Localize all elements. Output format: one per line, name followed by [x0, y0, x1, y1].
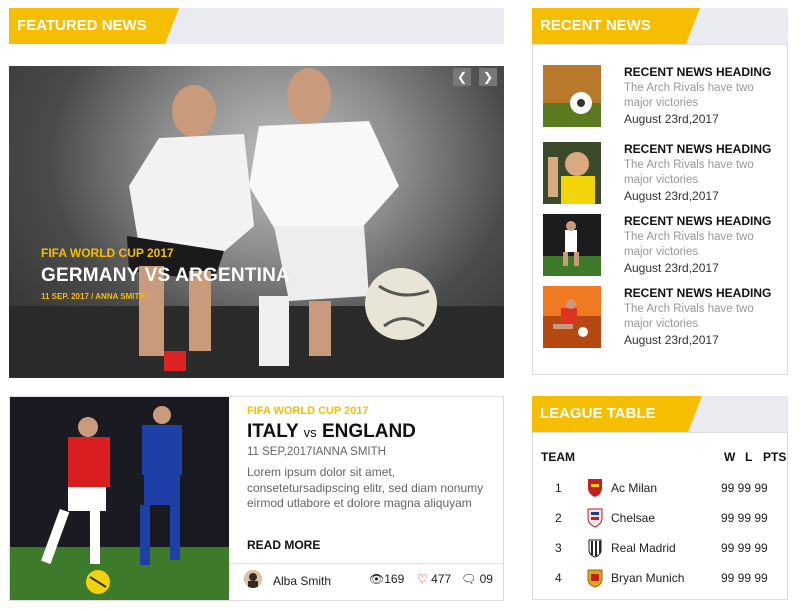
avatar[interactable]	[244, 570, 262, 588]
featured-image	[9, 68, 504, 378]
chevron-left-icon[interactable]: ❮	[453, 68, 471, 86]
recent-news-item[interactable]: RECENT NEWS HEADING The Arch Rivals have…	[543, 65, 783, 133]
recent-news-item[interactable]: RECENT NEWS HEADING The Arch Rivals have…	[543, 214, 783, 282]
vs-label: vs	[303, 425, 317, 440]
col-team: TEAM	[541, 450, 575, 464]
table-row[interactable]: 1 Ac Milan 99 99 99	[533, 473, 787, 503]
author-name[interactable]: Alba Smith	[273, 574, 331, 588]
team-name[interactable]: Chelsae	[611, 511, 655, 525]
read-more-link[interactable]: READ MORE	[247, 538, 320, 552]
team-crest-icon	[588, 539, 602, 558]
team-crest-icon	[587, 508, 603, 528]
recent-news-title: RECENT NEWS	[532, 8, 700, 44]
news-summary: The Arch Rivals have two major victories	[624, 159, 754, 186]
team-a: ITALY	[247, 421, 299, 442]
team-b: ENGLAND	[321, 421, 416, 442]
article-card: FIFA WORLD CUP 2017 ITALY vs ENGLAND 11 …	[9, 396, 504, 601]
news-heading[interactable]: RECENT NEWS HEADING	[624, 214, 771, 228]
team-stats: 99 99 99	[721, 511, 768, 525]
team-stats: 99 99 99	[721, 541, 768, 555]
news-date: August 23rd,2017	[624, 261, 719, 275]
recent-news-item[interactable]: RECENT NEWS HEADING The Arch Rivals have…	[543, 286, 783, 354]
col-wins: W	[724, 450, 736, 464]
news-heading[interactable]: RECENT NEWS HEADING	[624, 142, 771, 156]
article-meta: 11 SEP,2017IANNA SMITH	[247, 446, 386, 458]
news-thumbnail[interactable]	[543, 65, 601, 127]
league-table-header: LEAGUE TABLE	[532, 396, 788, 432]
featured-title[interactable]: GERMANY VS ARGENTINA	[41, 265, 290, 287]
team-crest-icon	[587, 569, 603, 588]
team-name[interactable]: Ac Milan	[611, 481, 657, 495]
rank: 4	[555, 571, 562, 585]
team-crest-icon	[588, 479, 602, 497]
news-summary: The Arch Rivals have two major victories	[624, 231, 754, 258]
featured-meta: 11 SEP. 2017 / ANNA SMITH	[41, 292, 146, 301]
eye-icon: 👁	[369, 572, 385, 586]
league-table-title: LEAGUE TABLE	[532, 396, 702, 432]
article-image[interactable]	[10, 397, 229, 600]
rank: 1	[555, 481, 562, 495]
table-row[interactable]: 2 Chelsae 99 99 99	[533, 503, 787, 533]
views-stat: 👁169	[369, 572, 404, 586]
news-thumbnail[interactable]	[543, 286, 601, 348]
recent-news-header: RECENT NEWS	[532, 8, 788, 44]
table-row[interactable]: 3 Real Madrid 99 99 99	[533, 533, 787, 563]
featured-news-title: FEATURED NEWS	[9, 8, 179, 44]
news-heading[interactable]: RECENT NEWS HEADING	[624, 286, 771, 300]
views-count: 169	[384, 572, 405, 586]
team-name[interactable]: Real Madrid	[611, 541, 676, 555]
recent-news-list: RECENT NEWS HEADING The Arch Rivals have…	[532, 44, 788, 375]
recent-news-item[interactable]: RECENT NEWS HEADING The Arch Rivals have…	[543, 142, 783, 210]
article-title[interactable]: ITALY vs ENGLAND	[247, 421, 416, 443]
news-date: August 23rd,2017	[624, 333, 719, 347]
news-summary: The Arch Rivals have two major victories	[624, 82, 754, 109]
news-thumbnail[interactable]	[543, 142, 601, 204]
likes-stat[interactable]: ♡ 477	[417, 572, 451, 586]
likes-count: 477	[431, 572, 452, 586]
rank: 2	[555, 511, 562, 525]
comments-stat[interactable]: 🗨 09	[461, 572, 493, 586]
news-date: August 23rd,2017	[624, 189, 719, 203]
article-footer: Alba Smith 👁169 ♡ 477 🗨 09	[229, 563, 503, 601]
news-thumbnail[interactable]	[543, 214, 601, 276]
table-row[interactable]: 4 Bryan Munich 99 99 99	[533, 563, 787, 593]
team-stats: 99 99 99	[721, 481, 768, 495]
chevron-right-icon[interactable]: ❯	[479, 68, 497, 86]
comment-icon[interactable]: 🗨	[461, 572, 476, 586]
team-stats: 99 99 99	[721, 571, 768, 585]
news-summary: The Arch Rivals have two major victories	[624, 303, 754, 330]
featured-slider[interactable]: ❮ ❯ FIFA WORLD CUP 2017 GERMANY VS ARGEN…	[9, 66, 504, 378]
comments-count: 09	[479, 572, 493, 586]
team-name[interactable]: Bryan Munich	[611, 571, 684, 585]
article-category: FIFA WORLD CUP 2017	[247, 405, 369, 417]
league-table: TEAM W L PTS 1 Ac Milan 99 99 99 2 Chels…	[532, 432, 788, 600]
featured-news-header: FEATURED NEWS	[9, 8, 504, 44]
col-points: PTS	[763, 450, 787, 464]
heart-icon[interactable]: ♡	[417, 572, 428, 586]
featured-category: FIFA WORLD CUP 2017	[41, 246, 174, 260]
news-date: August 23rd,2017	[624, 112, 719, 126]
col-losses: L	[745, 450, 753, 464]
article-body: Lorem ipsum dolor sit amet, consetetursa…	[247, 465, 484, 510]
news-heading[interactable]: RECENT NEWS HEADING	[624, 65, 771, 79]
rank: 3	[555, 541, 562, 555]
